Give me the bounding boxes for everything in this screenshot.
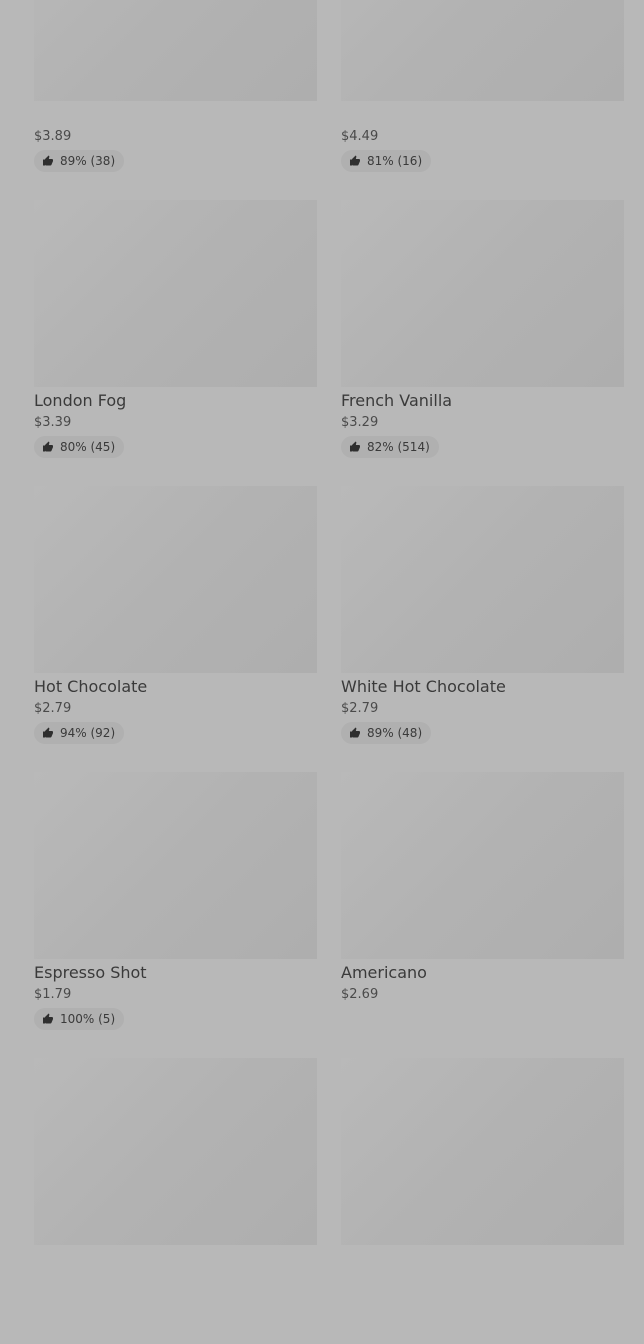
product-image[interactable] xyxy=(341,0,624,101)
rating-badge: 89% (48) xyxy=(341,722,432,744)
product-card[interactable]: $3.89 89% (38) xyxy=(34,0,317,200)
product-name[interactable]: Espresso Shot xyxy=(34,965,317,981)
product-image[interactable] xyxy=(341,486,624,673)
rating-text: 82% (514) xyxy=(367,440,430,454)
thumbs-up-icon xyxy=(43,155,53,166)
product-name[interactable] xyxy=(341,107,624,123)
thumbs-up-icon xyxy=(43,441,53,452)
product-price: $3.89 xyxy=(34,129,72,144)
product-price: $3.29 xyxy=(341,415,379,430)
product-card[interactable]: French Vanilla $3.29 82% (514) xyxy=(341,200,624,486)
rating-badge: 80% (45) xyxy=(34,436,125,458)
product-name[interactable]: Hot Chocolate xyxy=(34,679,317,695)
rating-text: 89% (48) xyxy=(367,726,423,740)
rating-text: 89% (38) xyxy=(60,154,116,168)
rating-text: 100% (5) xyxy=(60,1012,116,1026)
thumbs-up-icon xyxy=(350,727,360,738)
product-image[interactable] xyxy=(34,200,317,387)
product-image[interactable] xyxy=(341,772,624,959)
thumbs-up-icon xyxy=(43,727,53,738)
product-price: $1.79 xyxy=(34,987,72,1002)
rating-badge: 81% (16) xyxy=(341,150,432,172)
product-price: $2.79 xyxy=(34,701,72,716)
product-name[interactable] xyxy=(34,107,317,123)
product-price: $4.49 xyxy=(341,129,379,144)
product-image[interactable] xyxy=(34,772,317,959)
product-card[interactable]: Espresso Shot $1.79 100% (5) xyxy=(34,772,317,1058)
product-card[interactable]: White Hot Chocolate $2.79 89% (48) xyxy=(341,486,624,772)
rating-badge: 89% (38) xyxy=(34,150,125,172)
product-card[interactable]: $4.49 81% (16) xyxy=(341,0,624,200)
product-name[interactable]: Americano xyxy=(341,965,624,981)
product-price: $2.69 xyxy=(341,987,379,1002)
product-price: $2.79 xyxy=(341,701,379,716)
thumbs-up-icon xyxy=(43,1013,53,1024)
rating-badge: 82% (514) xyxy=(341,436,439,458)
rating-text: 94% (92) xyxy=(60,726,116,740)
product-name[interactable]: French Vanilla xyxy=(341,393,624,409)
product-name[interactable]: White Hot Chocolate xyxy=(341,679,624,695)
product-image[interactable] xyxy=(34,486,317,673)
product-image[interactable] xyxy=(34,0,317,101)
product-card[interactable]: Americano $2.69 xyxy=(341,772,624,1058)
thumbs-up-icon xyxy=(350,155,360,166)
product-card[interactable]: London Fog $3.39 80% (45) xyxy=(34,200,317,486)
product-card[interactable] xyxy=(341,1058,624,1344)
thumbs-up-icon xyxy=(350,441,360,452)
product-card[interactable]: Hot Chocolate $2.79 94% (92) xyxy=(34,486,317,772)
product-grid: $3.89 89% (38) $4.49 81% (16) London Fog… xyxy=(34,0,624,1344)
product-image[interactable] xyxy=(341,200,624,387)
product-image[interactable] xyxy=(34,1058,317,1245)
rating-badge: 94% (92) xyxy=(34,722,125,744)
product-price: $3.39 xyxy=(34,415,72,430)
rating-text: 81% (16) xyxy=(367,154,423,168)
product-image[interactable] xyxy=(341,1058,624,1245)
product-name[interactable]: London Fog xyxy=(34,393,317,409)
rating-badge: 100% (5) xyxy=(34,1008,125,1030)
rating-text: 80% (45) xyxy=(60,440,116,454)
product-card[interactable] xyxy=(34,1058,317,1344)
